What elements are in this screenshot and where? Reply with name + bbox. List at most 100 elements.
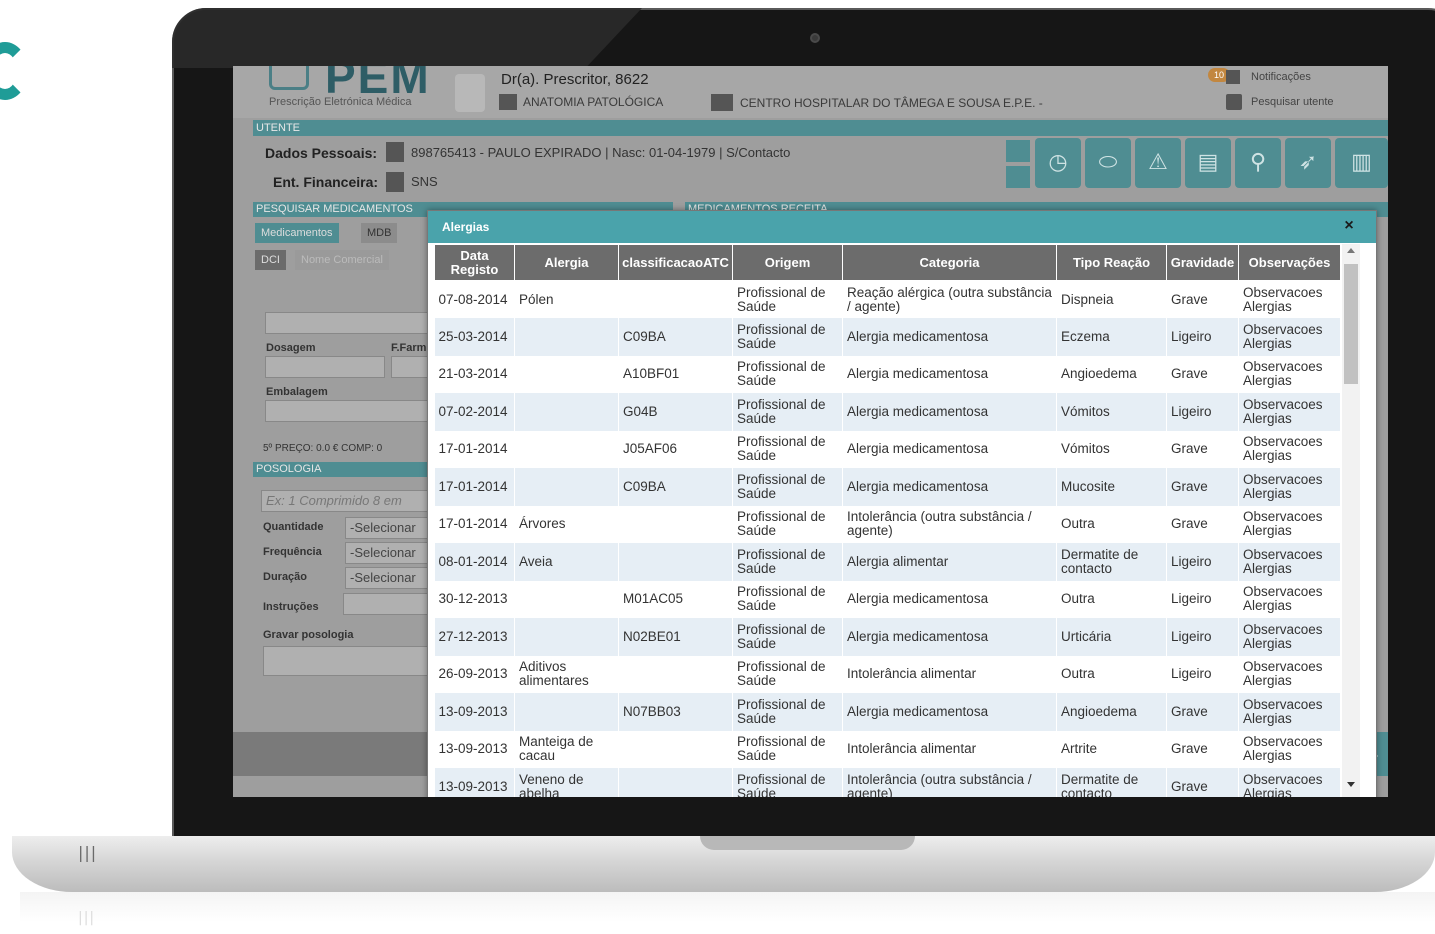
table-cell: Observacoes Alergias: [1238, 730, 1340, 768]
table-cell: 08-01-2014: [434, 543, 515, 581]
table-cell: Angioedema: [1056, 693, 1167, 731]
table-row[interactable]: 17-01-2014 Árvores Profissional de Saúde In…: [434, 505, 1340, 543]
run-icon[interactable]: ➶: [1285, 138, 1331, 188]
screen-glare: [172, 8, 642, 68]
table-cell: Profissional de Saúde: [732, 505, 843, 543]
tab-medicamentos[interactable]: Medicamentos: [255, 223, 339, 243]
posologia-input[interactable]: Ex: 1 Comprimido 8 em: [261, 490, 433, 512]
table-row[interactable]: 21-03-2014 A10BF01 Profissional de Saúde Al…: [434, 355, 1340, 393]
edit-icon[interactable]: [386, 172, 404, 192]
table-cell: Observacoes Alergias: [1238, 618, 1340, 656]
table-cell: Grave: [1166, 505, 1239, 543]
search-patient-link[interactable]: Pesquisar utente: [1251, 96, 1334, 108]
scroll-down-icon[interactable]: [1347, 782, 1355, 787]
table-row[interactable]: 13-09-2013 Veneno de abelha Profissional d…: [434, 768, 1340, 797]
quantidade-select[interactable]: -Selecionar: [345, 517, 435, 539]
table-cell: 17-01-2014: [434, 430, 515, 468]
column-header[interactable]: Observações: [1238, 244, 1340, 281]
table-row[interactable]: 30-12-2013 M01AC05 Profissional de Saúde Al…: [434, 580, 1340, 618]
dosagem-select[interactable]: [265, 356, 385, 378]
table-cell: 13-09-2013: [434, 693, 515, 731]
column-header[interactable]: Categoria: [842, 244, 1057, 281]
ports-reflection: |||: [78, 910, 96, 926]
specialty-label[interactable]: ANATOMIA PATOLÓGICA: [523, 95, 663, 109]
table-cell: Ligeiro: [1166, 318, 1239, 356]
edit-icon[interactable]: [386, 142, 404, 162]
table-cell: 17-01-2014: [434, 468, 515, 506]
bell-icon[interactable]: [1226, 70, 1240, 84]
duracao-select[interactable]: -Selecionar: [345, 567, 435, 589]
column-header[interactable]: Data Registo: [434, 244, 515, 281]
table-cell: Manteiga de cacau: [514, 730, 619, 768]
table-cell: Observacoes Alergias: [1238, 693, 1340, 731]
fall-icon[interactable]: ⚲: [1235, 138, 1281, 188]
table-row[interactable]: 17-01-2014 C09BA Profissional de Saúde Aler…: [434, 468, 1340, 506]
mini-toggle-top[interactable]: [1006, 140, 1030, 162]
search-icon[interactable]: [1226, 94, 1242, 110]
table-cell: [618, 505, 733, 543]
scroll-up-icon[interactable]: [1347, 248, 1355, 253]
table-cell: Aveia: [514, 543, 619, 581]
book-icon[interactable]: ▥: [1335, 138, 1388, 188]
table-row[interactable]: 07-02-2014 G04B Profissional de Saúde Alerg…: [434, 393, 1340, 431]
table-cell: Outra: [1056, 505, 1167, 543]
table-cell: 13-09-2013: [434, 730, 515, 768]
embalagem-select[interactable]: [265, 400, 435, 422]
column-header[interactable]: Origem: [732, 244, 843, 281]
table-row[interactable]: 27-12-2013 N02BE01 Profissional de Saúde Al…: [434, 618, 1340, 656]
history-icon[interactable]: ◷: [1035, 138, 1081, 188]
table-cell: [618, 768, 733, 797]
table-cell: Angioedema: [1056, 355, 1167, 393]
table-cell: Profissional de Saúde: [732, 543, 843, 581]
table-row[interactable]: 13-09-2013 Manteiga de cacau Profissional …: [434, 730, 1340, 768]
table-cell: G04B: [618, 393, 733, 431]
table-row[interactable]: 17-01-2014 J05AF06 Profissional de Saúde Al…: [434, 430, 1340, 468]
table-cell: Profissional de Saúde: [732, 618, 843, 656]
instructions-textarea[interactable]: [263, 646, 433, 676]
table-row[interactable]: 07-08-2014 Pólen Profissional de Saúde Reaç…: [434, 280, 1340, 318]
column-header[interactable]: Gravidade: [1166, 244, 1239, 281]
table-cell: Urticária: [1056, 618, 1167, 656]
table-cell: Ligeiro: [1166, 393, 1239, 431]
table-row[interactable]: 13-09-2013 N07BB03 Profissional de Saúde Al…: [434, 693, 1340, 731]
table-cell: Outra: [1056, 580, 1167, 618]
table-cell: Alergia alimentar: [842, 543, 1057, 581]
column-header[interactable]: Alergia: [514, 244, 619, 281]
table-cell: Alergia medicamentosa: [842, 355, 1057, 393]
table-cell: Aditivos alimentares: [514, 655, 619, 693]
scrollbar[interactable]: [1342, 244, 1360, 797]
clipboard-icon[interactable]: ▤: [1185, 138, 1231, 188]
close-icon[interactable]: ×: [1340, 217, 1358, 235]
table-cell: Profissional de Saúde: [732, 280, 843, 318]
table-cell: [514, 355, 619, 393]
hospital-label[interactable]: CENTRO HOSPITALAR DO TÂMEGA E SOUSA E.P.…: [740, 96, 1043, 110]
modal-title: Alergias: [442, 220, 490, 234]
column-header[interactable]: classificacaoATC: [618, 244, 733, 281]
instrucoes-input[interactable]: [343, 593, 435, 615]
table-row[interactable]: 26-09-2013 Aditivos alimentares Profission…: [434, 655, 1340, 693]
ffarm-select[interactable]: [391, 356, 431, 378]
tab-mdb[interactable]: MDB: [361, 223, 398, 243]
table-cell: Árvores: [514, 505, 619, 543]
tab-dci[interactable]: DCI: [255, 250, 286, 270]
notifications-link[interactable]: Notificações: [1251, 71, 1311, 83]
medicine-search-input[interactable]: [265, 312, 435, 334]
laptop-notch: [700, 836, 915, 850]
column-header[interactable]: Tipo Reação: [1056, 244, 1167, 281]
tab-nome-comercial[interactable]: Nome Comercial: [295, 250, 389, 270]
table-cell: Intolerância (outra substância / agente): [842, 505, 1057, 543]
table-cell: Profissional de Saúde: [732, 580, 843, 618]
table-cell: Grave: [1166, 730, 1239, 768]
mini-toggle-bottom[interactable]: [1006, 166, 1030, 188]
table-cell: [618, 543, 733, 581]
pill-icon[interactable]: ⬭: [1085, 138, 1131, 188]
table-cell: Observacoes Alergias: [1238, 505, 1340, 543]
table-row[interactable]: 25-03-2014 C09BA Profissional de Saúde Aler…: [434, 318, 1340, 356]
scroll-thumb[interactable]: [1344, 264, 1358, 384]
table-cell: Alergia medicamentosa: [842, 393, 1057, 431]
table-cell: 30-12-2013: [434, 580, 515, 618]
table-row[interactable]: 08-01-2014 Aveia Profissional de Saúde Aler…: [434, 543, 1340, 581]
frequencia-select[interactable]: -Selecionar: [345, 542, 435, 564]
warning-icon[interactable]: ⚠: [1135, 138, 1181, 188]
financial-entity-label: Ent. Financeira:: [273, 174, 379, 190]
